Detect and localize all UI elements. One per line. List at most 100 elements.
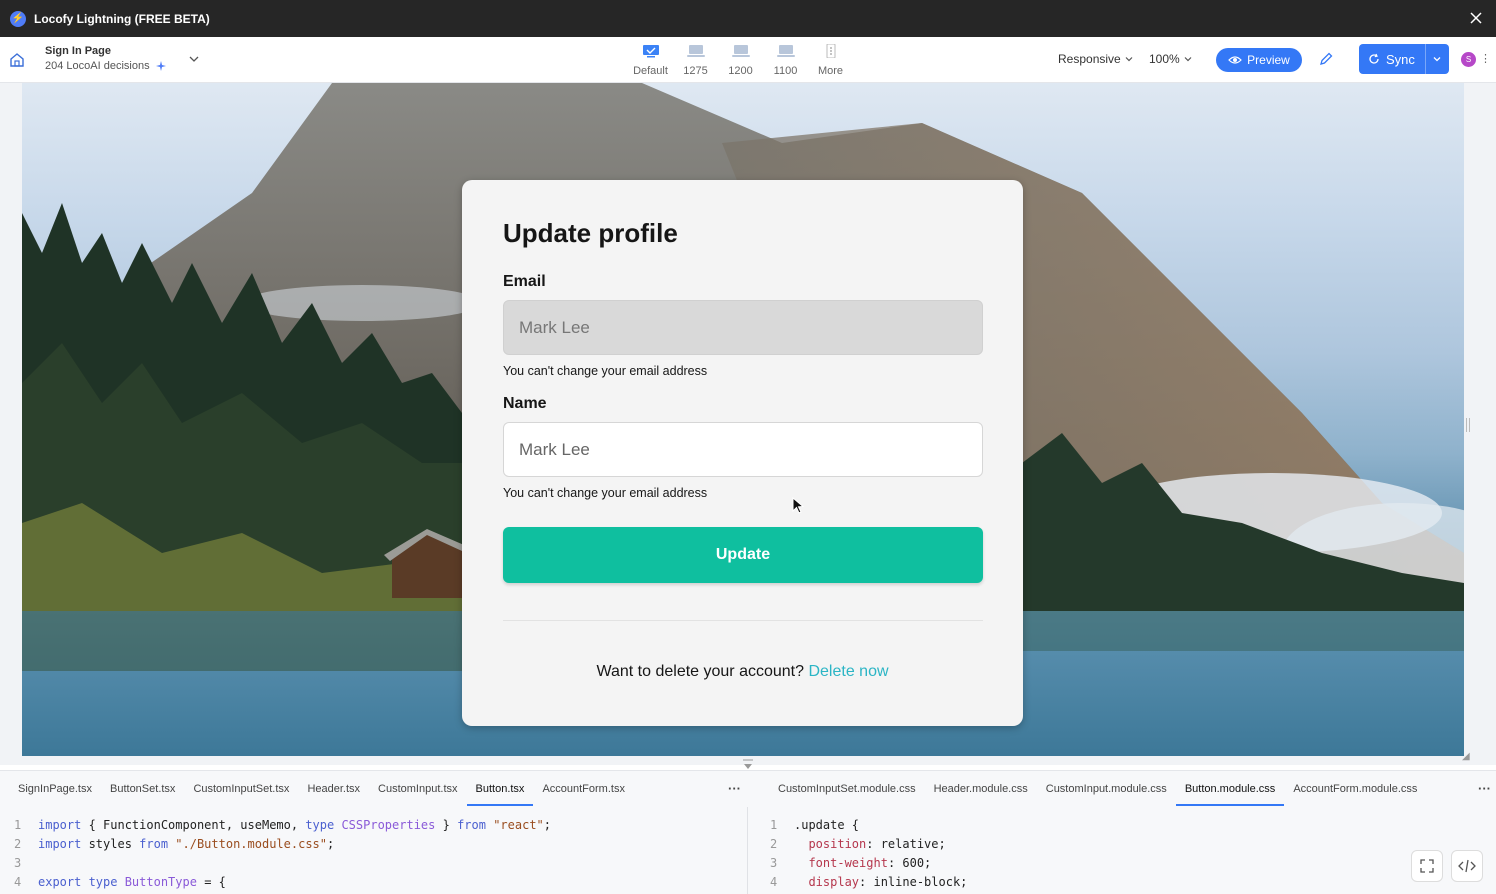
code-token: import bbox=[38, 837, 82, 851]
avatar[interactable]: S bbox=[1461, 52, 1476, 67]
device-more[interactable]: More bbox=[808, 42, 853, 77]
code-token: .update { bbox=[794, 818, 860, 832]
name-label: Name bbox=[503, 395, 547, 412]
more-vertical-icon bbox=[826, 44, 835, 58]
code-token: "react" bbox=[485, 818, 544, 832]
locoai-decisions-label: 204 LocoAI decisions bbox=[45, 60, 150, 72]
home-icon[interactable] bbox=[8, 51, 26, 69]
code-brackets-icon bbox=[1458, 859, 1476, 873]
tab-label: Button.module.css bbox=[1184, 782, 1276, 795]
code-token: { FunctionComponent, useMemo, bbox=[81, 818, 306, 832]
tab-custominput-tsx[interactable]: CustomInput.tsx bbox=[369, 771, 466, 806]
email-field[interactable]: Mark Lee bbox=[503, 300, 983, 355]
zoom-dropdown[interactable]: 100% bbox=[1149, 52, 1193, 66]
code-view-button[interactable] bbox=[1451, 850, 1483, 882]
tab-accountform-tsx[interactable]: AccountForm.tsx bbox=[533, 771, 634, 806]
preview-button[interactable]: Preview bbox=[1216, 48, 1302, 72]
code-token: ; bbox=[543, 818, 552, 832]
more-tabs-icon[interactable]: ··· bbox=[1478, 781, 1491, 796]
resize-corner-icon[interactable]: ◢ bbox=[1462, 751, 1470, 762]
code-token: type bbox=[81, 875, 118, 889]
tab-label: ButtonSet.tsx bbox=[110, 782, 176, 795]
code-token: : 600; bbox=[887, 856, 932, 870]
delete-now-link[interactable]: Delete now bbox=[808, 663, 888, 680]
line-number: 1 bbox=[14, 818, 22, 832]
code-token: display bbox=[808, 875, 860, 889]
code-line: 4 export type ButtonType = { bbox=[14, 873, 551, 892]
code-token: export bbox=[38, 875, 82, 889]
device-1200[interactable]: 1200 bbox=[718, 42, 763, 77]
css-code-editor[interactable]: 1 .update { 2 position: relative; 3 font-… bbox=[770, 816, 967, 892]
update-profile-card: Update profile Email Mark Lee You can't … bbox=[462, 180, 1023, 726]
chevron-down-icon[interactable] bbox=[1431, 53, 1443, 65]
code-token: : relative; bbox=[866, 837, 946, 851]
tab-header-tsx[interactable]: Header.tsx bbox=[298, 771, 369, 806]
name-field[interactable]: Mark Lee bbox=[503, 422, 983, 477]
page-title[interactable]: Sign In Page bbox=[45, 45, 111, 57]
code-line: 2 import styles from "./Button.module.css… bbox=[14, 835, 551, 854]
device-default[interactable]: Default bbox=[628, 42, 673, 77]
tsx-code-editor[interactable]: 1 import { FunctionComponent, useMemo, ty… bbox=[14, 816, 551, 892]
sync-icon bbox=[1369, 53, 1379, 64]
tab-custominputset-tsx[interactable]: CustomInputSet.tsx bbox=[184, 771, 298, 806]
line-number: 2 bbox=[14, 837, 22, 851]
code-token: CSSProperties bbox=[334, 818, 436, 832]
name-help-text: You can't change your email address bbox=[503, 486, 708, 500]
tab-button-tsx[interactable]: Button.tsx bbox=[466, 771, 534, 806]
email-label: Email bbox=[503, 273, 546, 290]
code-panel: SignInPage.tsx ButtonSet.tsx CustomInput… bbox=[0, 770, 1496, 894]
tsx-file-tabs: SignInPage.tsx ButtonSet.tsx CustomInput… bbox=[9, 771, 634, 806]
chevron-down-icon[interactable] bbox=[188, 53, 200, 65]
responsive-dropdown[interactable]: Responsive bbox=[1058, 52, 1134, 66]
sync-separator bbox=[1425, 44, 1426, 74]
email-help-text: You can't change your email address bbox=[503, 364, 708, 378]
line-number: 4 bbox=[14, 875, 22, 889]
line-number: 1 bbox=[770, 818, 778, 832]
code-line: 1 import { FunctionComponent, useMemo, ty… bbox=[14, 816, 551, 835]
code-token: : inline-block; bbox=[859, 875, 968, 889]
mouse-cursor-icon bbox=[792, 497, 804, 514]
tab-label: CustomInput.module.css bbox=[1045, 782, 1167, 795]
sparkle-icon bbox=[155, 61, 166, 71]
more-icon[interactable]: ⋮ bbox=[1480, 52, 1491, 65]
code-line: 1 .update { bbox=[770, 816, 967, 835]
tab-accountform-css[interactable]: AccountForm.module.css bbox=[1284, 771, 1426, 806]
close-icon[interactable] bbox=[1466, 8, 1486, 28]
tab-custominputset-css[interactable]: CustomInputSet.module.css bbox=[769, 771, 925, 806]
tab-label: Header.tsx bbox=[307, 782, 361, 795]
more-tabs-icon[interactable]: ··· bbox=[728, 781, 741, 796]
locoai-decisions[interactable]: 204 LocoAI decisions bbox=[45, 60, 167, 72]
tab-button-css[interactable]: Button.module.css bbox=[1175, 771, 1285, 806]
tab-custominput-css[interactable]: CustomInput.module.css bbox=[1037, 771, 1176, 806]
code-token: font-weight bbox=[808, 856, 888, 870]
line-number: 2 bbox=[770, 837, 778, 851]
tab-label: CustomInputSet.tsx bbox=[193, 782, 290, 795]
zoom-label: 100% bbox=[1149, 52, 1180, 66]
form-title: Update profile bbox=[503, 218, 678, 248]
resize-handle[interactable] bbox=[1466, 418, 1470, 432]
code-token: ; bbox=[327, 837, 335, 851]
device-label: Default bbox=[633, 65, 668, 77]
code-line: 2 position: relative; bbox=[770, 835, 967, 854]
tab-signinpage-tsx[interactable]: SignInPage.tsx bbox=[9, 771, 101, 806]
update-button[interactable]: Update bbox=[503, 527, 983, 583]
tab-label: AccountForm.tsx bbox=[542, 782, 625, 795]
device-1100[interactable]: 1100 bbox=[763, 42, 808, 77]
sync-button[interactable]: Sync bbox=[1359, 44, 1449, 74]
fullscreen-button[interactable] bbox=[1411, 850, 1443, 882]
chevron-down-icon bbox=[1184, 57, 1192, 62]
divider bbox=[503, 620, 983, 621]
tab-label: CustomInput.tsx bbox=[378, 782, 458, 795]
line-number: 3 bbox=[770, 856, 778, 870]
tab-header-css[interactable]: Header.module.css bbox=[925, 771, 1037, 806]
editor-split-divider[interactable] bbox=[747, 807, 748, 894]
sync-label: Sync bbox=[1386, 51, 1415, 67]
pen-icon[interactable] bbox=[1318, 51, 1334, 67]
code-token: type bbox=[305, 818, 335, 832]
css-file-tabs: CustomInputSet.module.css Header.module.… bbox=[769, 771, 1426, 806]
device-1275[interactable]: 1275 bbox=[673, 42, 718, 77]
laptop-icon bbox=[776, 45, 795, 57]
laptop-icon bbox=[731, 45, 750, 57]
tab-buttonset-tsx[interactable]: ButtonSet.tsx bbox=[101, 771, 184, 806]
tab-label: SignInPage.tsx bbox=[18, 782, 92, 795]
